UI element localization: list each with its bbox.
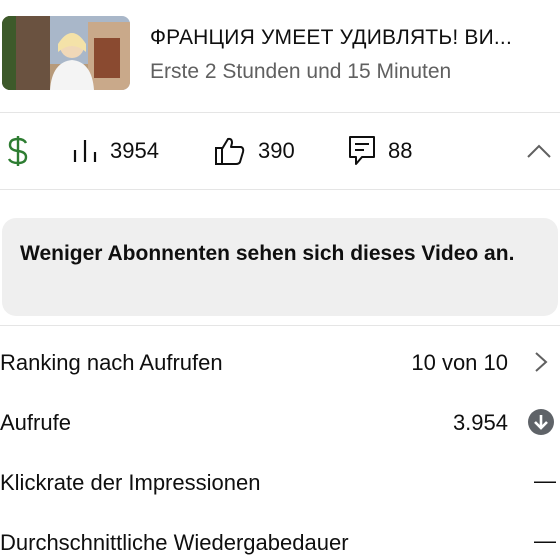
bar-chart-icon: [73, 140, 97, 162]
metric-label: Klickrate der Impressionen: [0, 470, 261, 495]
revenue-stat[interactable]: [6, 113, 30, 189]
likes-stat[interactable]: 390: [214, 113, 295, 189]
divider: [0, 325, 560, 326]
video-thumbnail[interactable]: [2, 16, 130, 90]
metric-value: 3.954: [452, 410, 508, 435]
views-count: 3954: [110, 138, 159, 163]
metric-label: Durchschnittliche Wiedergabedauer: [0, 530, 349, 555]
subscriber-notice: Weniger Abonnenten sehen sich dieses Vid…: [2, 218, 558, 316]
metric-value: —: [534, 528, 556, 553]
metric-row-ranking[interactable]: Ranking nach Aufrufen 10 von 10: [0, 332, 560, 392]
video-header[interactable]: ФРАНЦИЯ УМЕЕТ УДИВЛЯТЬ! ВИ... Erste 2 St…: [0, 0, 560, 112]
thumbnail-image: [2, 16, 130, 90]
thumbs-up-icon: [215, 137, 245, 165]
video-title[interactable]: ФРАНЦИЯ УМЕЕТ УДИВЛЯТЬ! ВИ...: [150, 26, 550, 50]
comment-icon: [349, 136, 375, 165]
divider: [0, 189, 560, 190]
collapse-button[interactable]: [526, 113, 552, 189]
likes-count: 390: [258, 138, 295, 163]
metric-row-ctr[interactable]: Klickrate der Impressionen —: [0, 452, 560, 512]
metric-label: Aufrufe: [0, 410, 71, 435]
comments-stat[interactable]: 88: [348, 113, 412, 189]
chevron-right-icon: [535, 352, 548, 372]
metric-row-views[interactable]: Aufrufe 3.954: [0, 392, 560, 452]
arrow-down-circle-icon: [528, 409, 554, 435]
metric-value: 10 von 10: [411, 350, 508, 375]
metric-label: Ranking nach Aufrufen: [0, 350, 223, 375]
views-stat[interactable]: 3954: [72, 113, 159, 189]
stats-row: 3954 390 88: [0, 113, 560, 189]
metric-value: —: [534, 468, 556, 493]
dollar-icon: [7, 136, 28, 166]
chevron-up-icon: [527, 144, 551, 158]
comments-count: 88: [388, 138, 413, 163]
metric-row-avg-duration[interactable]: Durchschnittliche Wiedergabedauer —: [0, 512, 560, 560]
video-time-range: Erste 2 Stunden und 15 Minuten: [150, 60, 452, 83]
